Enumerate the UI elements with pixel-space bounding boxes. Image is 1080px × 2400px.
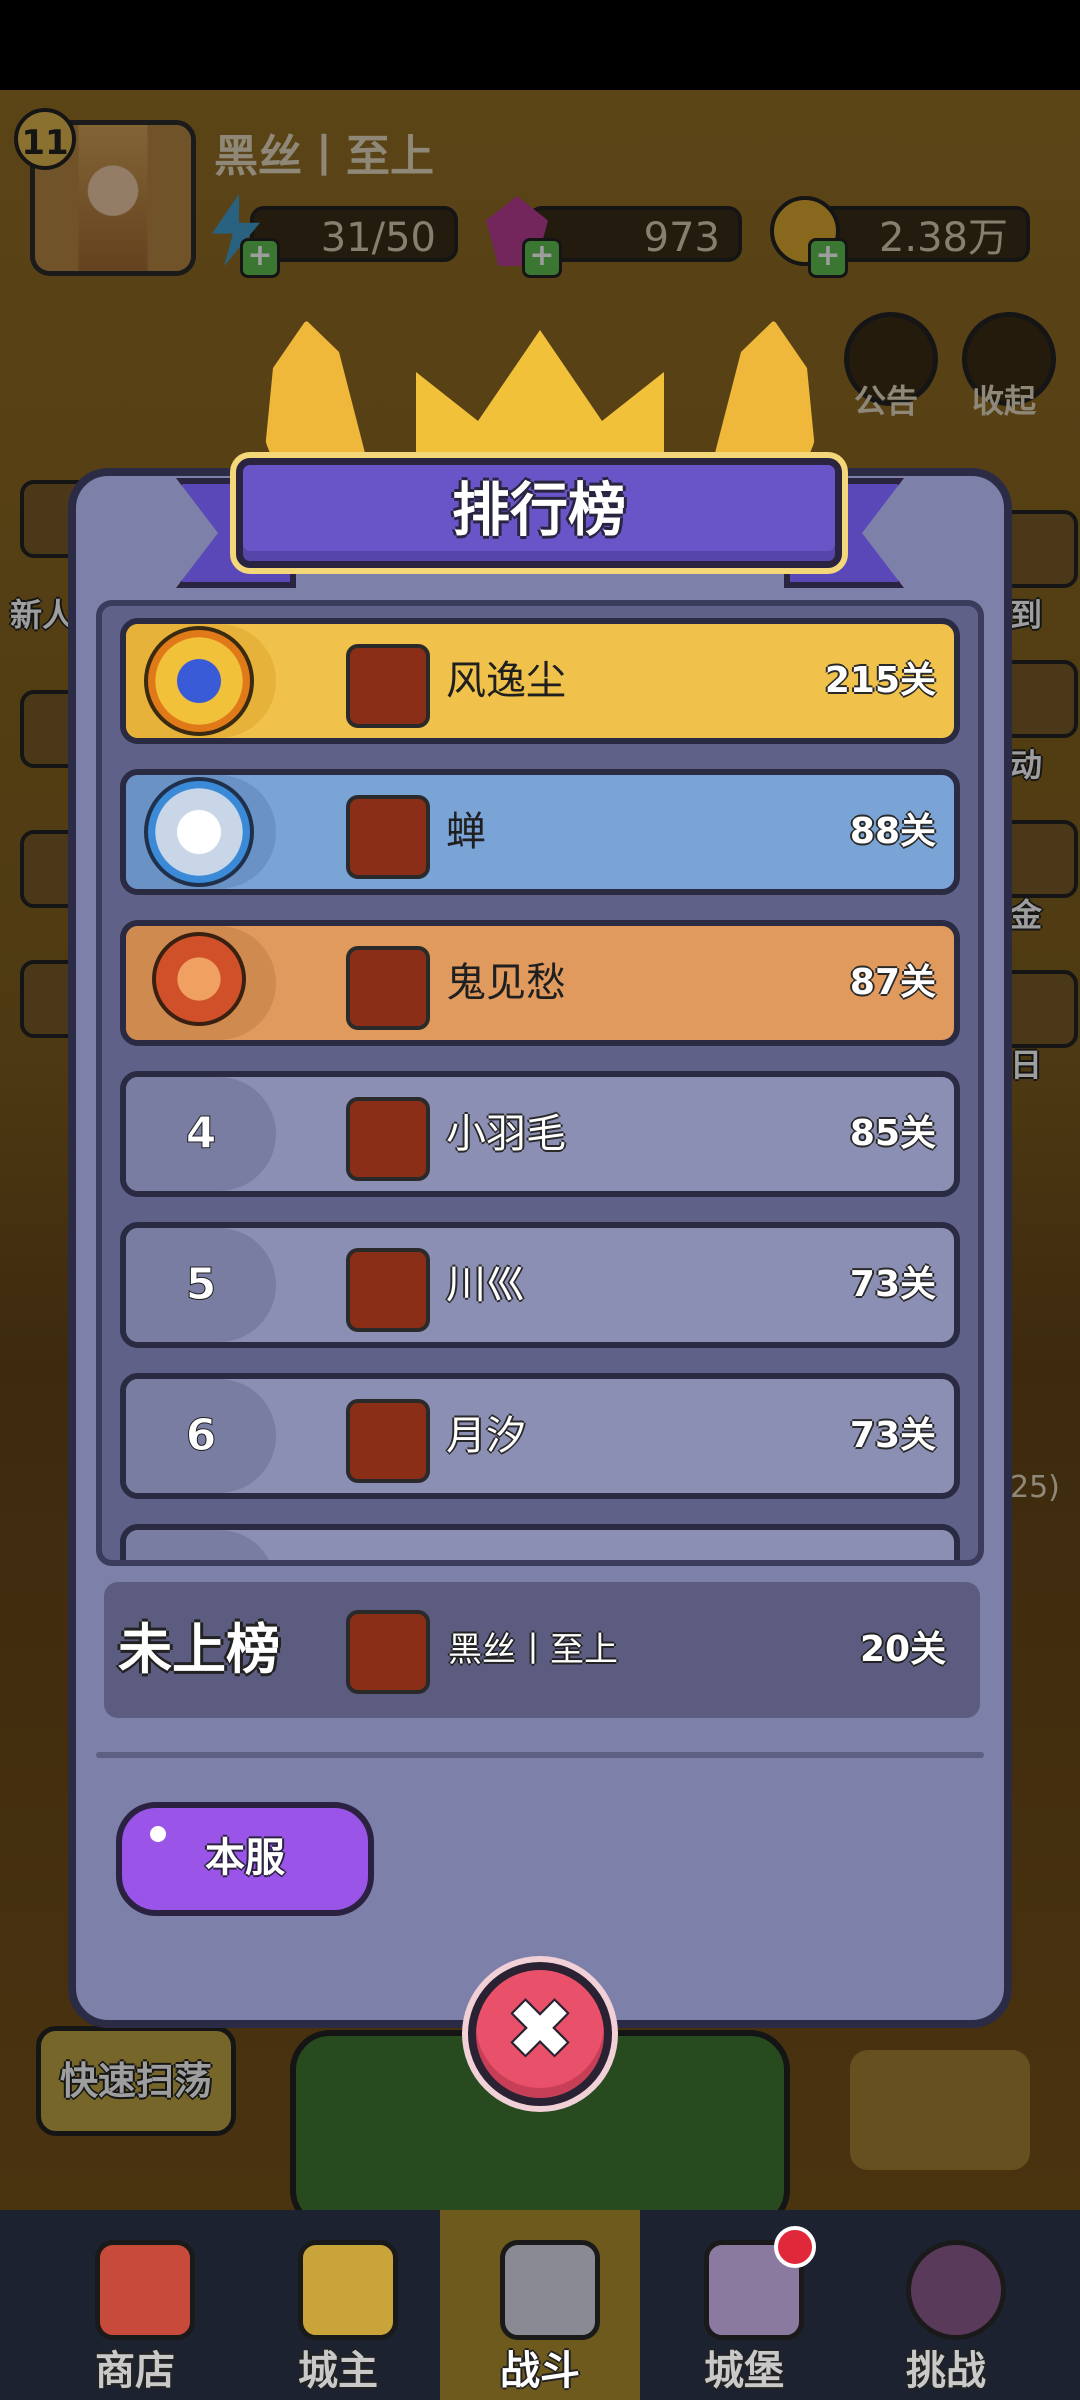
rank-number: 4: [185, 1108, 217, 1160]
quick-sweep-button[interactable]: 快速扫荡: [36, 2026, 236, 2136]
nav-battle[interactable]: 战斗: [440, 2210, 640, 2400]
shine-dot: [150, 1826, 166, 1842]
leaderboard-title: 排行榜: [451, 476, 626, 544]
player-score: 215关: [824, 660, 936, 701]
nav-lord-label: 城主: [298, 2348, 378, 2394]
player-avatar-icon: [346, 795, 430, 879]
player-name: 月汐: [446, 1413, 526, 1459]
nav-challenge-label: 挑战: [906, 2348, 986, 2394]
player-score: 73关: [849, 1264, 936, 1305]
bronze-medal-icon: [152, 932, 246, 1026]
leaderboard-row-2[interactable]: 蝉 88关: [120, 769, 960, 895]
self-name: 黑丝丨至上: [448, 1630, 618, 1670]
player-name: 黑丝丨至上: [214, 131, 434, 182]
rank-shade: [126, 1530, 276, 1560]
server-tab-label: 本服: [205, 1835, 285, 1881]
daily-label: 日: [1010, 1046, 1043, 1084]
player-name: 鬼见愁: [446, 960, 566, 1006]
add-gems-button[interactable]: +: [522, 238, 562, 278]
notification-dot-icon: [774, 2226, 816, 2268]
panel-divider: [96, 1752, 984, 1758]
player-name: 川巛: [446, 1262, 526, 1308]
leaderboard-list[interactable]: 风逸尘 215关 蝉 88关 鬼见愁 87关 4 小羽毛 85关 5 川巛 73…: [96, 600, 984, 1566]
leaderboard-row-7-partial[interactable]: [120, 1524, 960, 1560]
silver-medal-icon: [144, 777, 254, 887]
energy-counter: 31/50: [250, 206, 458, 262]
player-level-badge: 11: [14, 108, 76, 170]
nav-challenge[interactable]: 挑战: [846, 2210, 1046, 2400]
rank-number: 6: [185, 1410, 217, 1462]
lord-crown-icon: [298, 2240, 398, 2340]
newbie-label: 新人: [10, 596, 75, 634]
player-score: 73关: [849, 1415, 936, 1456]
player-name: 蝉: [446, 809, 486, 855]
player-avatar-icon: [346, 946, 430, 1030]
fund-label: 金: [1010, 896, 1043, 934]
demon-icon: [906, 2240, 1006, 2340]
player-avatar-icon: [346, 1097, 430, 1181]
nav-shop-label: 商店: [95, 2348, 175, 2394]
leaderboard-row-4[interactable]: 4 小羽毛 85关: [120, 1071, 960, 1197]
announcement-label: 公告: [853, 382, 918, 420]
collapse-label: 收起: [971, 382, 1036, 420]
leaderboard-row-3[interactable]: 鬼见愁 87关: [120, 920, 960, 1046]
nav-battle-label: 战斗: [500, 2348, 580, 2394]
close-icon[interactable]: ✖: [468, 1962, 612, 2106]
shop-icon: [95, 2240, 195, 2340]
self-rank-label: 未上榜: [118, 1618, 280, 1681]
checkin-label: 到: [1010, 596, 1043, 634]
player-score: 87关: [849, 962, 936, 1003]
player-avatar-icon: [346, 1399, 430, 1483]
self-avatar-icon: [346, 1610, 430, 1694]
stage-fragment-text: 25): [1010, 1470, 1060, 1505]
event-label: 动: [1010, 746, 1043, 784]
nav-shop[interactable]: 商店: [35, 2210, 235, 2400]
nav-lord[interactable]: 城主: [238, 2210, 438, 2400]
nav-castle-label: 城堡: [704, 2348, 784, 2394]
add-gold-button[interactable]: +: [808, 238, 848, 278]
treasure-chest-icon[interactable]: [850, 2050, 1030, 2170]
self-score: 20关: [860, 1629, 947, 1670]
leaderboard-row-1[interactable]: 风逸尘 215关: [120, 618, 960, 744]
player-avatar-icon: [346, 1248, 430, 1332]
leaderboard-row-5[interactable]: 5 川巛 73关: [120, 1222, 960, 1348]
gold-medal-icon: [144, 626, 254, 736]
leaderboard-row-6[interactable]: 6 月汐 73关: [120, 1373, 960, 1499]
status-bar: [0, 0, 1080, 90]
add-energy-button[interactable]: +: [240, 238, 280, 278]
player-avatar-icon: [346, 644, 430, 728]
server-tab-button[interactable]: 本服: [116, 1802, 374, 1916]
crossed-swords-icon: [500, 2240, 600, 2340]
player-name: 小羽毛: [446, 1111, 566, 1157]
rank-number: 5: [185, 1259, 217, 1311]
player-name: 风逸尘: [446, 658, 566, 704]
player-score: 88关: [849, 811, 936, 852]
player-score: 85关: [849, 1113, 936, 1154]
nav-castle[interactable]: 城堡: [644, 2210, 844, 2400]
